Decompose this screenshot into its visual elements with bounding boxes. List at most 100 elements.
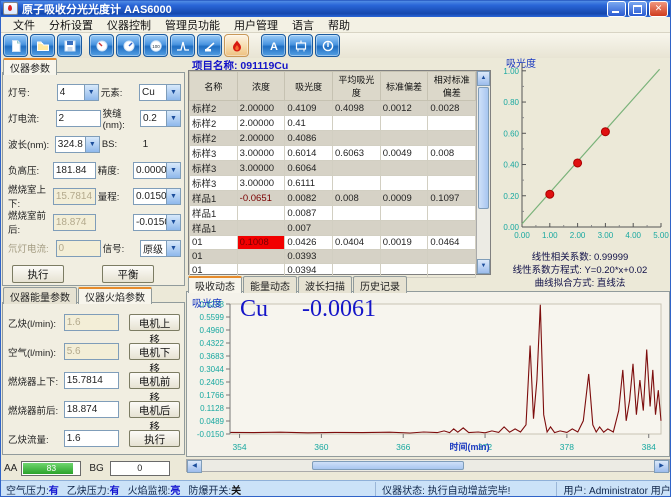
text-input[interactable]: 181.84 <box>53 162 96 179</box>
table-row[interactable]: 标样22.000000.41090.40980.00120.0028 <box>190 101 476 116</box>
chevron-down-icon[interactable]: ▼ <box>166 163 180 178</box>
flame-ignite-button[interactable] <box>224 34 249 57</box>
table-cell <box>428 176 476 191</box>
burner-align-button[interactable] <box>197 34 222 57</box>
text-input[interactable]: 1.6 <box>64 430 119 447</box>
field-label: 灯号: <box>8 85 57 99</box>
menu-item-文件[interactable]: 文件 <box>6 17 42 33</box>
power-stop-button[interactable] <box>315 34 340 57</box>
scroll-left-icon[interactable]: ◀ <box>187 460 202 473</box>
scroll-up-icon[interactable]: ▲ <box>477 71 490 86</box>
column-header[interactable]: 平均吸光度 <box>333 72 381 101</box>
menu-item-分析设置[interactable]: 分析设置 <box>42 17 100 33</box>
column-header[interactable]: 名称 <box>190 72 238 101</box>
chevron-down-icon[interactable]: ▼ <box>166 215 180 230</box>
text-input[interactable]: 15.7814 <box>64 372 119 389</box>
table-row[interactable]: 样品10.0087 <box>190 206 476 221</box>
interlock-status: 空气压力:有乙炔压力:有火焰监视:亮防爆开关:关 <box>0 482 255 497</box>
menu-item-帮助[interactable]: 帮助 <box>321 17 357 33</box>
dropdown[interactable]: 0.0000▼ <box>133 162 181 179</box>
column-header[interactable]: 吸光度 <box>285 72 333 101</box>
tab-仪器火焰参数[interactable]: 仪器火焰参数 <box>78 287 152 304</box>
motor-button[interactable]: 电机前移 <box>129 372 180 389</box>
menu-item-用户管理[interactable]: 用户管理 <box>227 17 285 33</box>
scroll-thumb[interactable] <box>312 461 464 470</box>
lamp-gauge-button[interactable] <box>89 34 114 57</box>
flame-tabs: 仪器能量参数仪器火焰参数 <box>3 287 153 304</box>
table-cell: 样品1 <box>190 206 238 221</box>
field-label: 元素: <box>101 85 139 99</box>
table-header-row: 名称浓度吸光度平均吸光度标准偏差相对标准偏差 <box>190 72 476 101</box>
table-row[interactable]: 010.0393 <box>190 250 476 264</box>
table-row[interactable]: 标样33.000000.60140.60630.00490.008 <box>190 146 476 161</box>
tab-波长扫描[interactable]: 波长扫描 <box>298 276 352 293</box>
chevron-down-icon[interactable]: ▼ <box>166 85 180 100</box>
dropdown[interactable]: 4▼ <box>57 84 99 101</box>
dropdown[interactable]: -0.0150▼ <box>133 214 181 231</box>
text-input[interactable]: 2 <box>56 110 101 127</box>
table-row[interactable]: 010.10080.04260.04040.00190.0464 <box>190 236 476 250</box>
column-header[interactable]: 浓度 <box>237 72 285 101</box>
field-label: 乙炔(l/min): <box>8 316 64 330</box>
table-row[interactable]: 样品1-0.06510.00820.0080.00090.1097 <box>190 191 476 206</box>
peak-scan-button[interactable] <box>170 34 195 57</box>
maximize-button[interactable] <box>628 1 647 17</box>
table-cell: 标样3 <box>190 176 238 191</box>
dropdown-value: -0.0150 <box>134 217 166 228</box>
energy-gauge-button[interactable] <box>116 34 141 57</box>
dropdown[interactable]: 0.2▼ <box>140 110 181 127</box>
dynamics-horizontal-scrollbar[interactable]: ◀ ▶ <box>186 459 670 472</box>
gain-gauge-button[interactable]: 100 <box>143 34 168 57</box>
tab-历史记录[interactable]: 历史记录 <box>353 276 407 293</box>
action-button[interactable]: 执行 <box>12 265 64 283</box>
motor-button[interactable]: 执行 <box>129 430 180 447</box>
chevron-down-icon[interactable]: ▼ <box>166 111 180 126</box>
open-file-button[interactable] <box>30 34 55 57</box>
status-item-value: 亮 <box>170 486 180 497</box>
dropdown[interactable]: 0.0150▼ <box>133 188 181 205</box>
chevron-down-icon[interactable]: ▼ <box>166 189 180 204</box>
chevron-down-icon[interactable]: ▼ <box>166 241 180 256</box>
table-row[interactable]: 标样33.000000.6111 <box>190 176 476 191</box>
table-cell: 0.0082 <box>285 191 333 206</box>
tab-仪器能量参数[interactable]: 仪器能量参数 <box>3 287 77 304</box>
text-input: 0 <box>56 240 101 257</box>
motor-button[interactable]: 电机后移 <box>129 401 180 418</box>
auto-zero-button[interactable]: A <box>261 34 286 57</box>
text-input: 15.7814 <box>53 188 96 205</box>
table-row[interactable]: 样品10.007 <box>190 221 476 236</box>
minimize-button[interactable] <box>607 1 626 17</box>
menu-item-仪器控制[interactable]: 仪器控制 <box>100 17 158 33</box>
tab-吸收动态[interactable]: 吸收动态 <box>188 276 242 293</box>
motor-button[interactable]: 电机上移 <box>129 314 180 331</box>
motor-button[interactable]: 电机下移 <box>129 343 180 360</box>
text-input[interactable]: 18.874 <box>64 401 119 418</box>
new-file-button[interactable] <box>3 34 28 57</box>
table-cell: 0.41 <box>285 116 333 131</box>
field-label: 负高压: <box>8 163 53 177</box>
scroll-down-icon[interactable]: ▼ <box>477 259 490 274</box>
scroll-right-icon[interactable]: ▶ <box>654 460 669 473</box>
tab-instrument-params[interactable]: 仪器参数 <box>3 58 57 75</box>
table-row[interactable]: 标样22.000000.4086 <box>190 131 476 146</box>
dropdown[interactable]: 324.8▼ <box>55 136 100 153</box>
action-button[interactable]: 平衡 <box>102 265 154 283</box>
bg-value-box: 0 <box>110 461 170 476</box>
column-header[interactable]: 标准偏差 <box>380 72 428 101</box>
scroll-thumb[interactable] <box>478 87 489 209</box>
save-button[interactable] <box>57 34 82 57</box>
table-row[interactable]: 标样33.000000.6064 <box>190 161 476 176</box>
close-button[interactable] <box>649 1 668 17</box>
menu-item-语言[interactable]: 语言 <box>285 17 321 33</box>
dropdown[interactable]: Cu▼ <box>139 84 181 101</box>
dropdown[interactable]: 原级▼ <box>140 240 181 257</box>
chevron-down-icon[interactable]: ▼ <box>85 137 99 152</box>
table-vertical-scrollbar[interactable]: ▲ ▼ <box>476 71 490 274</box>
instrument-button[interactable] <box>288 34 313 57</box>
field-value: 1 <box>139 139 181 150</box>
menu-item-管理员功能[interactable]: 管理员功能 <box>158 17 227 33</box>
tab-能量动态[interactable]: 能量动态 <box>243 276 297 293</box>
column-header[interactable]: 相对标准偏差 <box>428 72 476 101</box>
table-row[interactable]: 标样22.000000.41 <box>190 116 476 131</box>
chevron-down-icon[interactable]: ▼ <box>84 85 98 100</box>
